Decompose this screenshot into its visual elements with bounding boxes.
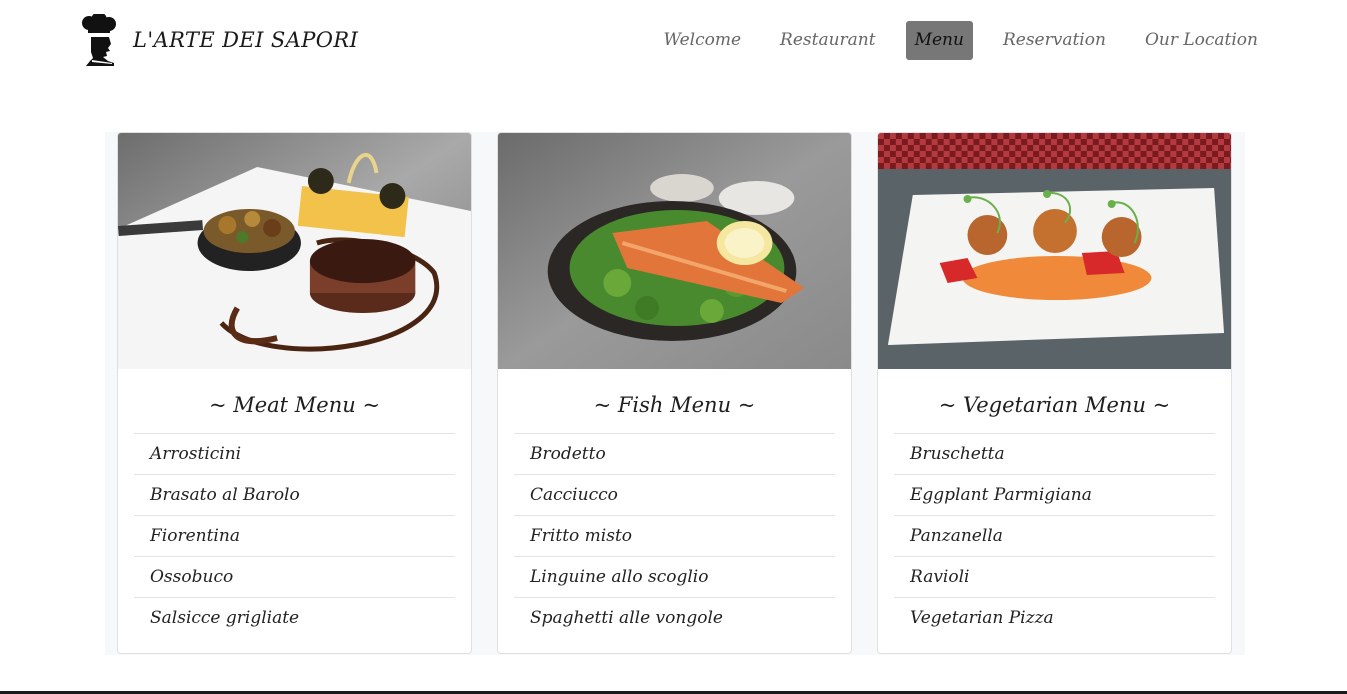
menu-item: Spaghetti alle vongole bbox=[514, 597, 835, 638]
card-title: ~ Meat Menu ~ bbox=[208, 393, 381, 417]
menu-item: Bruschetta bbox=[894, 433, 1215, 474]
menu-item: Vegetarian Pizza bbox=[894, 597, 1215, 638]
chef-silhouette-icon bbox=[82, 14, 116, 66]
menu-list: Arrosticini Brasato al Barolo Fiorentina… bbox=[134, 433, 455, 638]
menu-item: Ravioli bbox=[894, 556, 1215, 597]
menu-list: Bruschetta Eggplant Parmigiana Panzanell… bbox=[894, 433, 1215, 638]
menu-list: Brodetto Cacciucco Fritto misto Linguine… bbox=[514, 433, 835, 638]
salmon-salad-photo bbox=[498, 133, 851, 369]
menu-item: Cacciucco bbox=[514, 474, 835, 515]
menu-item: Arrosticini bbox=[134, 433, 455, 474]
card-title: ~ Vegetarian Menu ~ bbox=[938, 393, 1171, 417]
brand-link[interactable]: L'ARTE DEI SAPORI bbox=[78, 14, 358, 66]
navbar: L'ARTE DEI SAPORI Welcome Restaurant Men… bbox=[0, 0, 1347, 82]
menu-item: Fiorentina bbox=[134, 515, 455, 556]
menu-item: Eggplant Parmigiana bbox=[894, 474, 1215, 515]
menu-item: Ossobuco bbox=[134, 556, 455, 597]
main-nav: Welcome Restaurant Menu Reservation Our … bbox=[634, 21, 1267, 60]
steak-plate-photo bbox=[118, 133, 471, 369]
nav-welcome[interactable]: Welcome bbox=[655, 21, 751, 60]
vegetarian-menu-card: ~ Vegetarian Menu ~ Bruschetta Eggplant … bbox=[877, 132, 1232, 654]
nav-our-location[interactable]: Our Location bbox=[1136, 21, 1267, 60]
meat-menu-card: ~ Meat Menu ~ Arrosticini Brasato al Bar… bbox=[117, 132, 472, 654]
card-title: ~ Fish Menu ~ bbox=[593, 393, 756, 417]
menu-item: Linguine allo scoglio bbox=[514, 556, 835, 597]
fish-menu-card: ~ Fish Menu ~ Brodetto Cacciucco Fritto … bbox=[497, 132, 852, 654]
menu-item: Fritto misto bbox=[514, 515, 835, 556]
nav-reservation[interactable]: Reservation bbox=[994, 21, 1115, 60]
menu-cards-section: ~ Meat Menu ~ Arrosticini Brasato al Bar… bbox=[105, 132, 1245, 655]
menu-item: Brodetto bbox=[514, 433, 835, 474]
nav-restaurant[interactable]: Restaurant bbox=[771, 21, 885, 60]
nav-menu[interactable]: Menu bbox=[905, 21, 973, 60]
vegetarian-croquettes-photo bbox=[878, 133, 1231, 369]
brand-name: L'ARTE DEI SAPORI bbox=[133, 27, 359, 52]
menu-item: Panzanella bbox=[894, 515, 1215, 556]
menu-item: Salsicce grigliate bbox=[134, 597, 455, 638]
menu-item: Brasato al Barolo bbox=[134, 474, 455, 515]
